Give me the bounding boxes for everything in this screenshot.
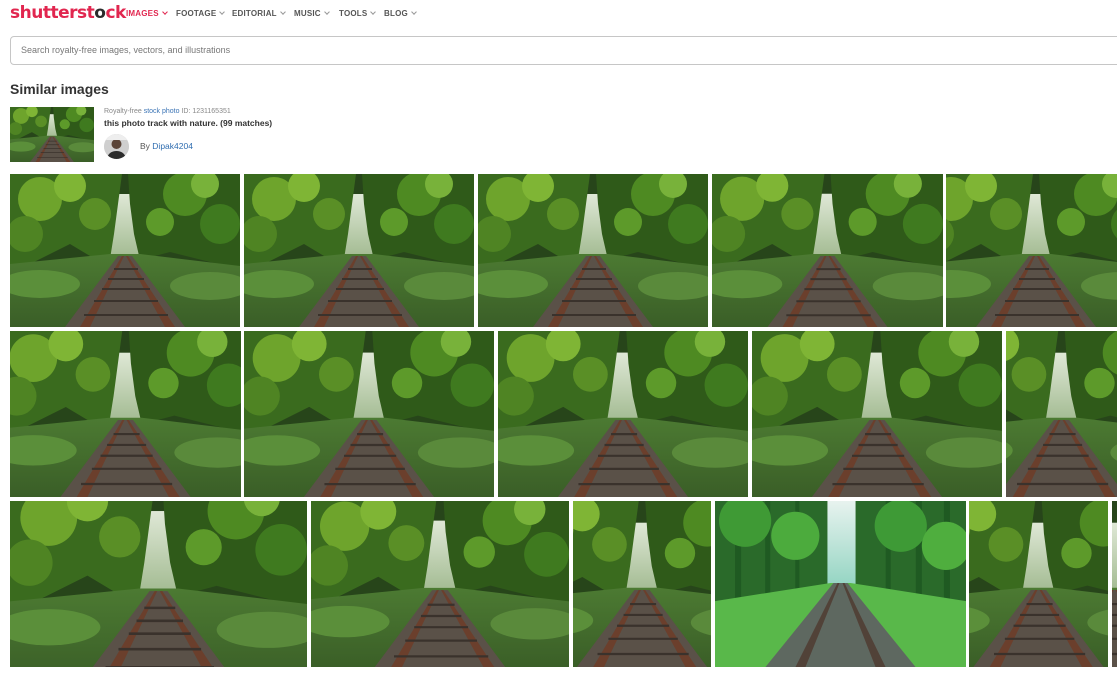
license-text: Royalty-free — [104, 108, 142, 115]
chevron-down-icon — [219, 9, 226, 15]
image-tile[interactable] — [10, 174, 240, 327]
image-tile[interactable] — [1006, 331, 1117, 497]
image-tile[interactable] — [498, 331, 748, 497]
shutterstock-logo[interactable]: shutterstock — [10, 3, 126, 23]
image-description: this photo track with nature. (99 matche… — [104, 118, 273, 128]
image-tile[interactable] — [712, 174, 943, 327]
chevron-down-icon — [323, 9, 330, 15]
image-tile[interactable] — [752, 331, 1002, 497]
image-tile[interactable] — [244, 331, 494, 497]
nav-label: BLOG — [384, 9, 408, 18]
image-id: ID: 1231165351 — [181, 108, 231, 115]
image-tile[interactable] — [10, 331, 241, 497]
chevron-down-icon — [279, 9, 286, 15]
image-tile[interactable] — [715, 501, 966, 667]
chevron-down-icon — [161, 9, 168, 15]
chevron-down-icon — [411, 9, 417, 15]
logo-text: shutterst — [10, 3, 95, 23]
nav-tools[interactable]: TOOLS — [339, 9, 377, 18]
image-tile[interactable] — [1112, 501, 1117, 667]
nav-blog[interactable]: BLOG — [384, 9, 417, 18]
image-tile[interactable] — [969, 501, 1108, 667]
search-bar — [10, 36, 1117, 65]
by-label: By — [140, 141, 150, 151]
stock-photo-link[interactable]: stock photo — [144, 108, 180, 115]
logo-text-o: o — [94, 3, 106, 23]
nav-label: TOOLS — [339, 9, 368, 18]
nav-footage[interactable]: FOOTAGE — [176, 9, 226, 18]
nav-label: MUSIC — [294, 9, 321, 18]
nav-label: FOOTAGE — [176, 9, 217, 18]
logo-text-end: ck — [105, 3, 126, 23]
author-avatar[interactable] — [104, 134, 129, 159]
image-tile[interactable] — [244, 174, 474, 327]
image-tile[interactable] — [478, 174, 708, 327]
author-byline: By Dipak4204 — [140, 141, 193, 151]
nav-images[interactable]: IMAGES — [126, 9, 168, 18]
chevron-down-icon — [370, 9, 377, 15]
author-link[interactable]: Dipak4204 — [152, 141, 193, 151]
image-tile[interactable] — [573, 501, 711, 667]
top-navigation: shutterstock IMAGES FOOTAGE EDITORIAL MU… — [0, 0, 1117, 30]
image-license-info: Royalty-free stock photo ID: 1231165351 — [104, 108, 231, 115]
search-input[interactable] — [21, 45, 621, 55]
source-image-thumbnail[interactable] — [10, 107, 94, 162]
image-tile[interactable] — [10, 501, 307, 667]
image-tile[interactable] — [311, 501, 569, 667]
image-tile[interactable] — [946, 174, 1117, 327]
nav-label: EDITORIAL — [232, 9, 277, 18]
page-title: Similar images — [10, 81, 109, 97]
nav-label: IMAGES — [126, 9, 159, 18]
nav-music[interactable]: MUSIC — [294, 9, 330, 18]
nav-editorial[interactable]: EDITORIAL — [232, 9, 286, 18]
